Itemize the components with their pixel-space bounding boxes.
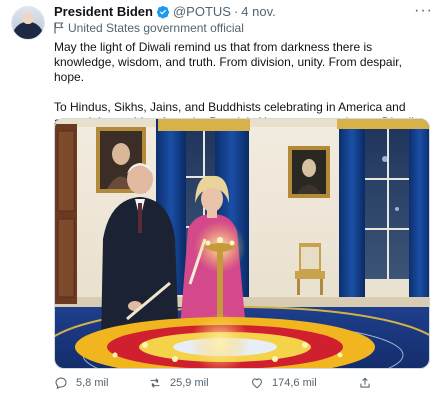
like-heart-icon bbox=[252, 378, 262, 389]
photo-scene bbox=[55, 119, 429, 368]
reply-button[interactable]: 5,8 mil bbox=[54, 376, 108, 390]
like-button[interactable]: 174,6 mil bbox=[250, 376, 317, 390]
reply-count: 5,8 mil bbox=[76, 377, 109, 389]
tweet-text: May the light of Diwali remind us that f… bbox=[54, 40, 434, 130]
retweet-button[interactable]: 25,9 mil bbox=[148, 376, 209, 390]
author-handle[interactable]: @POTUS bbox=[173, 4, 231, 19]
tweet-photo[interactable] bbox=[54, 118, 430, 369]
tweet-paragraph-1: May the light of Diwali remind us that f… bbox=[54, 40, 402, 84]
author-name[interactable]: President Biden bbox=[54, 4, 153, 19]
separator-dot: · bbox=[233, 4, 239, 19]
reply-icon bbox=[55, 377, 67, 390]
government-flag-icon bbox=[54, 22, 64, 34]
account-label-text: United States government official bbox=[68, 21, 244, 35]
tweet-header: President Biden @POTUS · 4 nov. bbox=[54, 4, 276, 19]
account-label[interactable]: United States government official bbox=[54, 21, 244, 35]
share-icon bbox=[360, 377, 370, 388]
verified-badge-icon bbox=[156, 5, 170, 18]
avatar[interactable] bbox=[11, 6, 45, 40]
share-button[interactable] bbox=[358, 376, 372, 390]
retweet-count: 25,9 mil bbox=[170, 377, 209, 389]
tweet[interactable]: President Biden @POTUS · 4 nov. ··· Unit… bbox=[0, 0, 445, 407]
tweet-actions: 5,8 mil 25,9 mil 174,6 mil bbox=[54, 376, 430, 396]
like-count: 174,6 mil bbox=[272, 377, 317, 389]
more-dots-icon[interactable]: ··· bbox=[414, 2, 433, 20]
tweet-timestamp[interactable]: 4 nov. bbox=[241, 4, 275, 19]
retweet-icon bbox=[150, 378, 160, 388]
